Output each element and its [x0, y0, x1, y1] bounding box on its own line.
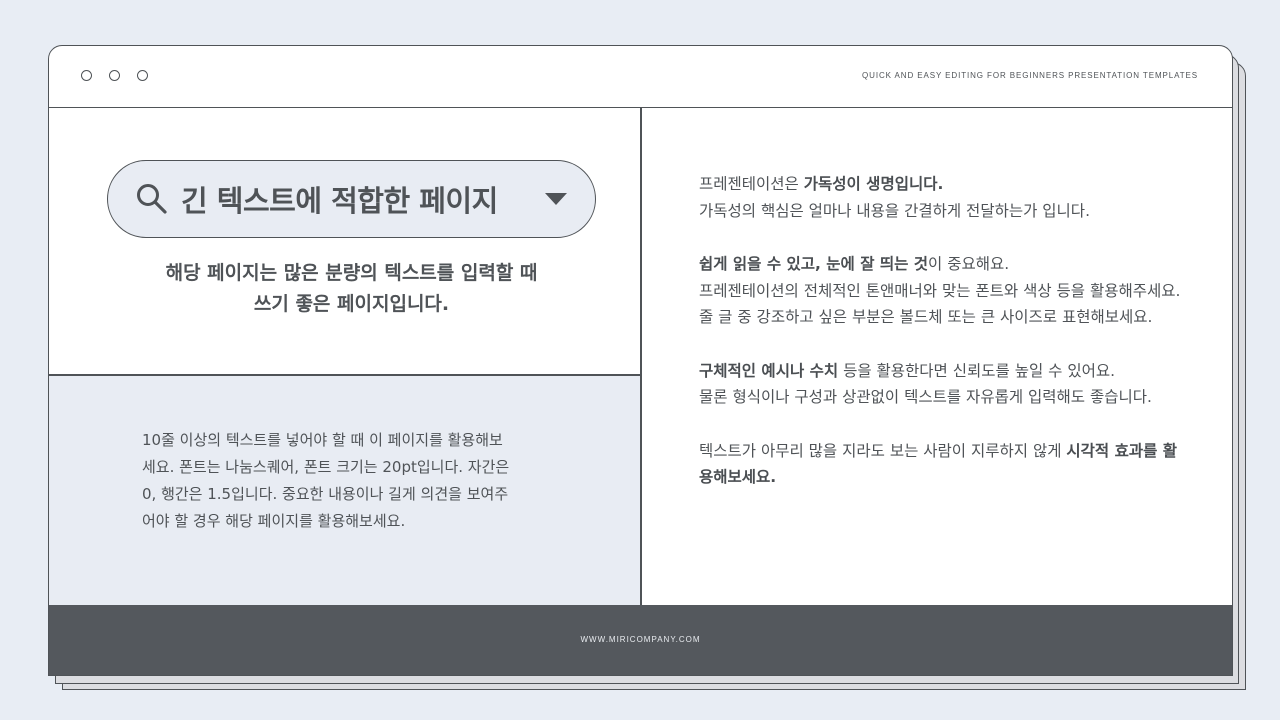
p2-text: 이 중요해요. — [928, 255, 1010, 273]
title-search-bar[interactable]: 긴 텍스트에 적합한 페이지 — [107, 160, 596, 238]
left-body-text: 10줄 이상의 텍스트를 넣어야 할 때 이 페이지를 활용해보 세요. 폰트는… — [142, 427, 567, 535]
p1-detail: 가독성의 핵심은 얼마나 내용을 간결하게 전달하는가 입니다. — [699, 201, 1090, 220]
p4-text: 텍스트가 아무리 많을 지라도 보는 사람이 지루하지 않게 — [699, 441, 1067, 460]
page-title: 긴 텍스트에 적합한 페이지 — [181, 184, 498, 218]
paragraph-examples: 구체적인 예시나 수치 등을 활용한다면 신뢰도를 높일 수 있어요. 물론 형… — [699, 358, 1185, 411]
vertical-divider — [640, 108, 642, 606]
p3-bold: 구체적인 예시나 수치 — [699, 361, 839, 380]
paragraph-visual-effects: 텍스트가 아무리 많을 지라도 보는 사람이 지루하지 않게 시각적 효과를 활… — [699, 438, 1185, 491]
p1-bold: 가독성이 생명입니다. — [803, 175, 944, 193]
browser-window-frame: QUICK AND EASY EDITING FOR BEGINNERS PRE… — [48, 45, 1233, 676]
paragraph-visibility: 쉽게 읽을 수 있고, 눈에 잘 띄는 것이 중요해요. 프레젠테이션의 전체적… — [699, 251, 1185, 331]
horizontal-divider — [49, 374, 641, 376]
p2-bold: 쉽게 읽을 수 있고, 눈에 잘 띄는 것 — [699, 255, 929, 273]
p3-detail: 물론 형식이나 구성과 상관없이 텍스트를 자유롭게 입력해도 좋습니다. — [699, 388, 1152, 406]
subtitle-line-1: 해당 페이지는 많은 분량의 텍스트를 입력할 때 — [165, 262, 538, 284]
caret-down-icon[interactable] — [545, 193, 567, 205]
window-dot-2[interactable] — [109, 70, 120, 81]
p2-detail: 프레젠테이션의 전체적인 톤앤매너와 맞는 폰트와 색상 등을 활용해주세요. … — [699, 281, 1181, 327]
window-dot-1[interactable] — [81, 70, 92, 81]
paragraph-readability: 프레젠테이션은 가독성이 생명입니다. 가독성의 핵심은 얼마나 내용을 간결하… — [699, 171, 1185, 224]
subtitle-line-2: 쓰기 좋은 페이지입니다. — [253, 293, 450, 315]
left-body-line-2: 세요. 폰트는 나눔스퀘어, 폰트 크기는 20pt입니다. 자간은 — [142, 458, 510, 476]
left-body-line-1: 10줄 이상의 텍스트를 넣어야 할 때 이 페이지를 활용해보 — [142, 431, 503, 449]
footer-url-link[interactable]: WWW.MIRICOMPANY.COM — [49, 635, 1232, 644]
p1-text: 프레젠테이션은 — [699, 175, 804, 193]
window-dot-3[interactable] — [137, 70, 148, 81]
header-tagline: QUICK AND EASY EDITING FOR BEGINNERS PRE… — [862, 71, 1198, 80]
right-body-text: 프레젠테이션은 가독성이 생명입니다. 가독성의 핵심은 얼마나 내용을 간결하… — [699, 171, 1185, 518]
p3-text: 등을 활용한다면 신뢰도를 높일 수 있어요. — [838, 361, 1116, 380]
footer-bar: WWW.MIRICOMPANY.COM — [49, 605, 1232, 675]
left-body-line-4: 어야 할 경우 해당 페이지를 활용해보세요. — [142, 512, 406, 530]
window-titlebar: QUICK AND EASY EDITING FOR BEGINNERS PRE… — [49, 46, 1232, 108]
page-subtitle: 해당 페이지는 많은 분량의 텍스트를 입력할 때 쓰기 좋은 페이지입니다. — [107, 258, 596, 320]
window-controls — [81, 70, 148, 81]
search-icon — [137, 184, 167, 214]
left-body-line-3: 0, 행간은 1.5입니다. 중요한 내용이나 길게 의견을 보여주 — [142, 485, 509, 503]
